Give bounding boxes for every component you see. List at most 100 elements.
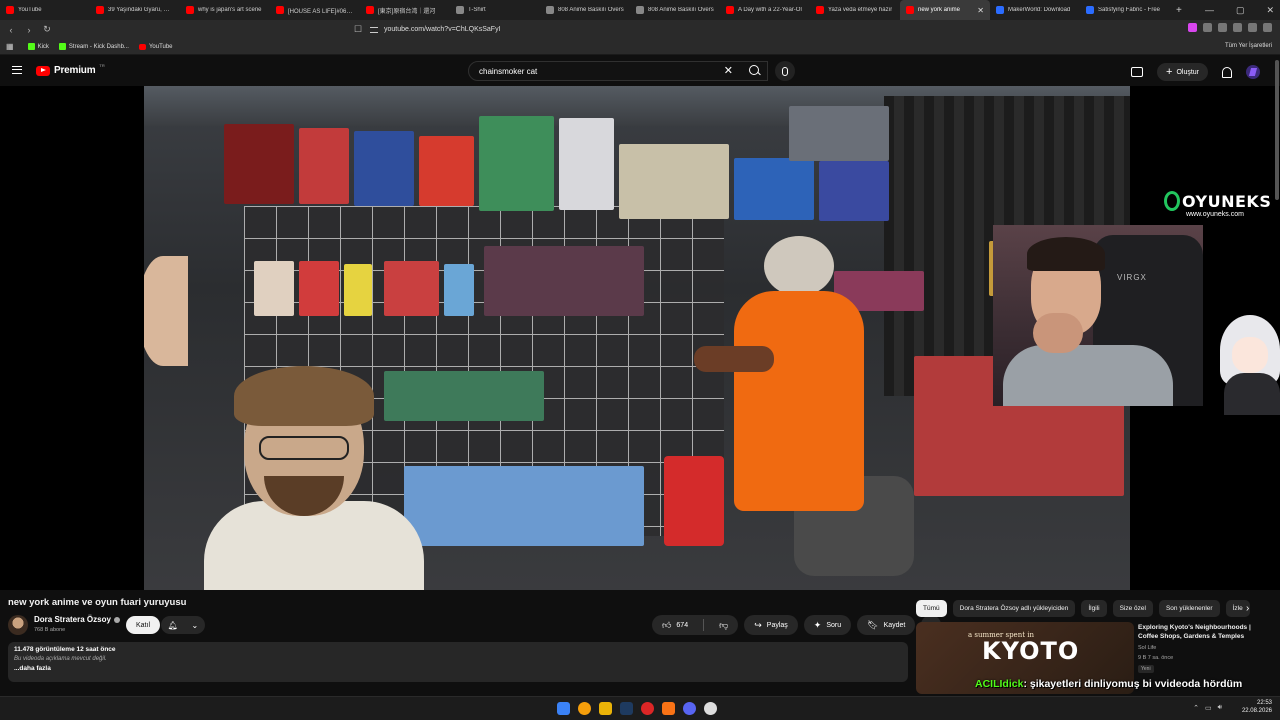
filter-chip[interactable]: İlgili — [1081, 600, 1107, 617]
back-icon[interactable]: ‹ — [4, 25, 18, 35]
tab-title: Yaza veda etmeye hazır — [828, 7, 893, 13]
obs-icon[interactable] — [704, 702, 717, 715]
extension-icon[interactable] — [1188, 23, 1197, 32]
makerworld-icon — [1086, 6, 1094, 14]
opera-icon[interactable] — [641, 702, 654, 715]
create-button[interactable]: + Oluştur — [1157, 63, 1208, 81]
extension-icon[interactable] — [1203, 23, 1212, 32]
bookmark-youtube[interactable]: YouTube — [138, 43, 173, 50]
minimize-icon[interactable]: — — [1205, 5, 1214, 15]
toy-box — [224, 124, 294, 204]
site-settings-icon[interactable] — [370, 26, 378, 33]
save-button[interactable]: 🔖︎ Kaydet — [857, 615, 916, 635]
bookmark-kick[interactable]: Kick — [27, 43, 49, 50]
filter-chip[interactable]: Tümü — [916, 600, 947, 617]
browser-tab[interactable]: YouTube — [0, 0, 90, 20]
close-window-icon[interactable]: ✕ — [1266, 5, 1274, 16]
tab-title: A Day with a 22-Year-Ol — [738, 7, 802, 13]
start-icon[interactable] — [557, 702, 570, 715]
reload-icon[interactable]: ↻ — [40, 24, 54, 35]
browser-tab[interactable]: A Day with a 22-Year-Ol — [720, 0, 810, 20]
search-input[interactable]: chainsmoker cat ✕ — [468, 61, 768, 81]
subscription-bell-button[interactable]: 🔔︎ ⌄ — [161, 616, 205, 634]
voice-search-icon[interactable] — [775, 61, 795, 81]
chrome-icon[interactable] — [578, 702, 591, 715]
steam-icon[interactable] — [620, 702, 633, 715]
recommended-stats: 9 B 7 sa. önce — [1138, 655, 1174, 661]
menu-icon[interactable] — [1263, 23, 1272, 32]
cast-icon[interactable] — [1131, 67, 1143, 77]
tab-title: new york anime — [918, 7, 961, 13]
volume-icon[interactable]: 🔊︎ — [1218, 704, 1222, 712]
browser-tab[interactable]: 808 Anime Baskılı Overs — [630, 0, 720, 20]
browser-tab[interactable]: [HOUSE AS LIFE]#06 三 — [270, 0, 360, 20]
chevron-up-icon[interactable]: ⌃ — [1193, 704, 1199, 712]
toy-box — [484, 246, 644, 316]
shopping-bag — [664, 456, 724, 546]
browser-tab[interactable]: new york anime ✕ — [900, 0, 990, 20]
show-more-link[interactable]: ...daha fazla — [14, 665, 902, 672]
download-icon[interactable] — [1248, 23, 1257, 32]
network-icon[interactable]: ▭ — [1205, 704, 1212, 712]
clear-search-icon[interactable]: ✕ — [724, 64, 733, 77]
browser-tab[interactable]: [東京]原宿台湾｜還河 — [360, 0, 450, 20]
browser-tab[interactable]: T-Shirt — [450, 0, 540, 20]
notifications-icon[interactable] — [1222, 66, 1232, 78]
youtube-play-icon — [36, 65, 50, 76]
filter-chip[interactable]: Son yüklenenler — [1158, 600, 1220, 617]
brave-icon[interactable] — [662, 702, 675, 715]
streamer-webcam: VIRGX — [993, 225, 1203, 406]
chevron-right-icon[interactable]: › — [1246, 603, 1249, 614]
browser-tab[interactable]: 808 Anime Baskılı Overs — [540, 0, 630, 20]
bookmark-icon: 🔖︎ — [867, 619, 879, 630]
browser-tab[interactable]: 39 Yaşındaki Gyaru, Oun — [90, 0, 180, 20]
person-streamer — [204, 366, 424, 590]
filter-chip[interactable]: Dora Stratera Özsoy adlı yükleyiciden — [952, 600, 1076, 617]
close-tab-icon[interactable]: ✕ — [977, 6, 984, 15]
description-box[interactable]: 11.478 görüntüleme 12 saat önce Bu video… — [8, 642, 908, 682]
browser-tab[interactable]: Satisfying Fabric - Free — [1080, 0, 1170, 20]
channel-avatar[interactable] — [8, 615, 28, 635]
url-field[interactable]: youtube.com/watch?v=ChLQKsSaFyI — [370, 23, 900, 36]
new-tab-button[interactable]: + — [1170, 5, 1188, 16]
page-icon — [636, 6, 644, 14]
browser-tab[interactable]: MakerWorld: Download — [990, 0, 1080, 20]
toy-box — [734, 158, 814, 220]
chat-username: ACILIdick — [975, 678, 1024, 690]
like-button[interactable]: 👍︎ 674 — [652, 615, 698, 635]
join-button[interactable]: Katıl — [126, 616, 161, 634]
all-bookmarks[interactable]: Tüm Yer İşaretleri — [1225, 43, 1272, 49]
ask-button[interactable]: ✦ Soru — [803, 615, 852, 635]
tab-title: T-Shirt — [468, 7, 486, 13]
channel-name[interactable]: Dora Stratera Özsoy — [34, 615, 120, 624]
youtube-logo[interactable]: Premium TR — [36, 63, 105, 76]
file-explorer-icon[interactable] — [599, 702, 612, 715]
filter-chip[interactable]: Size özel — [1112, 600, 1153, 617]
tab-title: MakerWorld: Download — [1008, 7, 1071, 13]
discord-icon[interactable] — [683, 702, 696, 715]
system-clock[interactable]: 22:53 22.08.2026 — [1242, 700, 1272, 716]
kick-icon — [27, 43, 35, 50]
browser-tab[interactable]: Yaza veda etmeye hazır — [810, 0, 900, 20]
page-scrollbar[interactable] — [1275, 60, 1279, 200]
sidebar-icon[interactable] — [1233, 23, 1242, 32]
youtube-header: Premium TR chainsmoker cat ✕ + Oluştur — [0, 56, 1280, 86]
search-icon[interactable] — [749, 65, 759, 75]
bookmark-icon[interactable]: ☐ — [354, 24, 362, 35]
dislike-button[interactable]: 👎︎ — [709, 615, 738, 635]
apps-grid-icon[interactable]: ▦ — [6, 42, 14, 51]
description-text: Bu videoda açıklama mevcut değil. — [14, 656, 107, 662]
menu-icon[interactable] — [12, 66, 22, 74]
share-button[interactable]: ↪ Paylaş — [744, 615, 798, 635]
account-avatar[interactable] — [1246, 65, 1260, 79]
forward-icon[interactable]: › — [22, 25, 36, 35]
extension-icon[interactable] — [1218, 23, 1227, 32]
bell-icon: 🔔︎ — [167, 620, 178, 630]
maximize-icon[interactable]: ▢ — [1236, 5, 1245, 16]
bookmark-kick-dashboard[interactable]: Stream - Kick Dashb... — [58, 43, 129, 50]
anime-avatar-overlay — [1210, 315, 1280, 415]
browser-tab[interactable]: why is japan's art scene — [180, 0, 270, 20]
extension-icons — [1188, 23, 1272, 32]
recommended-title[interactable]: Exploring Kyoto's Neighbourhoods | Coffe… — [1138, 623, 1268, 641]
recommended-channel[interactable]: Sol Life — [1138, 645, 1156, 651]
